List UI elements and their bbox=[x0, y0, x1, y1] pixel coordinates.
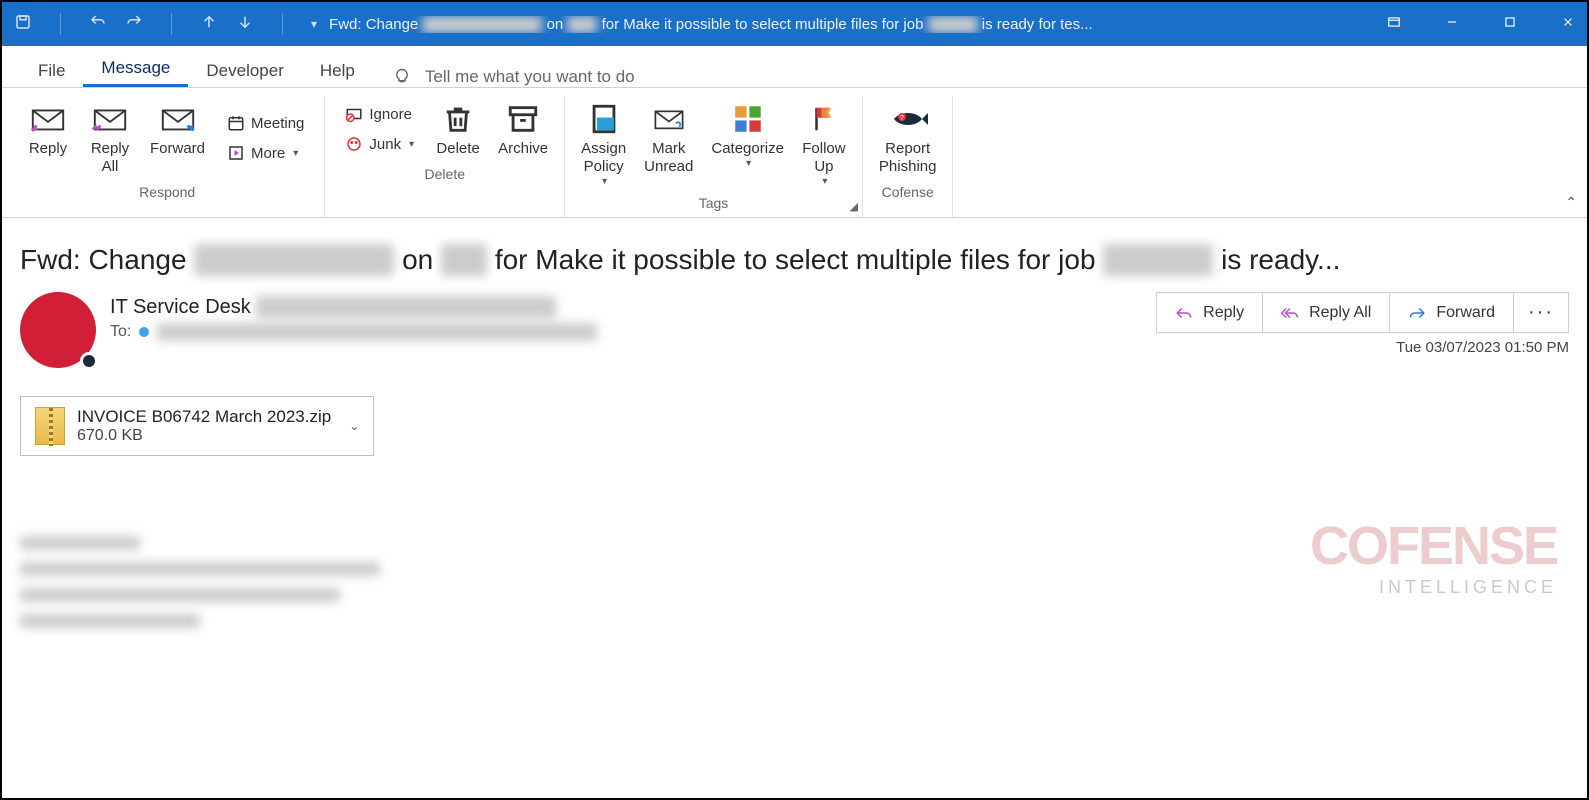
window-controls bbox=[1387, 15, 1575, 33]
to-row: To: xxxxxxxxxxxxxxxxxxxxxxxxxxxxxxxxxxxx… bbox=[110, 323, 1156, 341]
quick-access-toolbar: ▾ bbox=[14, 13, 317, 35]
tell-me-box[interactable]: Tell me what you want to do bbox=[393, 67, 635, 87]
more-actions[interactable]: ··· bbox=[1513, 292, 1569, 333]
more-icon bbox=[227, 144, 245, 162]
reply-icon bbox=[1175, 306, 1193, 320]
message-content: Fwd: Change xxxxxxxxxxxxxxxxx on xxx for… bbox=[2, 218, 1587, 628]
categorize-button[interactable]: Categorize▾ bbox=[703, 96, 792, 191]
assign-policy-button[interactable]: Assign Policy▾ bbox=[573, 96, 634, 191]
mark-unread-icon bbox=[652, 104, 686, 134]
assign-policy-icon bbox=[587, 102, 621, 136]
meeting-button[interactable]: Meeting bbox=[221, 110, 310, 136]
archive-button[interactable]: Archive bbox=[490, 96, 556, 162]
delete-button[interactable]: Delete bbox=[428, 96, 488, 162]
attachment-name: INVOICE B06742 March 2023.zip bbox=[77, 407, 331, 427]
presence-indicator bbox=[80, 352, 98, 370]
group-label-delete: Delete bbox=[333, 162, 556, 188]
follow-up-button[interactable]: Follow Up▾ bbox=[794, 96, 854, 191]
received-timestamp: Tue 03/07/2023 01:50 PM bbox=[1156, 339, 1569, 356]
titlebar: ▾ Fwd: Change xxxxxxxx on xx for Make it… bbox=[2, 2, 1587, 46]
recipient-presence-icon bbox=[139, 327, 149, 337]
undo-icon[interactable] bbox=[89, 13, 107, 35]
ribbon: Reply Reply All Forward Meeting More▾ bbox=[2, 88, 1587, 218]
sender-name: IT Service Desk xxxxxxxxxxxxxxxxxxxxxxxx… bbox=[110, 292, 1156, 319]
attachment-chip[interactable]: INVOICE B06742 March 2023.zip 670.0 KB ⌄ bbox=[20, 396, 374, 456]
separator bbox=[171, 13, 172, 35]
minimize-icon[interactable] bbox=[1445, 15, 1459, 33]
ribbon-group-respond: Reply Reply All Forward Meeting More▾ bbox=[10, 96, 325, 217]
fish-icon: ? bbox=[888, 104, 928, 134]
email-subject: Fwd: Change xxxxxxxxxxxxxxxxx on xxx for… bbox=[20, 236, 1569, 292]
window-title: Fwd: Change xxxxxxxx on xx for Make it p… bbox=[329, 16, 1387, 33]
redo-icon[interactable] bbox=[125, 13, 143, 35]
tab-message[interactable]: Message bbox=[83, 52, 188, 87]
mark-unread-button[interactable]: Mark Unread bbox=[636, 96, 701, 191]
separator bbox=[60, 13, 61, 35]
reply-all-icon bbox=[91, 104, 129, 134]
tab-developer[interactable]: Developer bbox=[188, 55, 302, 87]
zip-file icon bbox=[35, 407, 65, 445]
forward-action[interactable]: Forward bbox=[1389, 292, 1514, 333]
reply-button[interactable]: Reply bbox=[18, 96, 78, 180]
reply-all-action[interactable]: Reply All bbox=[1262, 292, 1390, 333]
prev-item-icon[interactable] bbox=[200, 13, 218, 35]
to-label: To: bbox=[110, 323, 131, 341]
forward-icon bbox=[159, 104, 197, 134]
email-body-redacted bbox=[20, 536, 1569, 628]
next-item-icon[interactable] bbox=[236, 13, 254, 35]
junk-button[interactable]: Junk▾ bbox=[339, 131, 420, 157]
categorize-icon bbox=[731, 102, 765, 136]
report-phishing-button[interactable]: ? Report Phishing bbox=[871, 96, 945, 180]
collapse-ribbon-icon[interactable]: ⌃ bbox=[1565, 194, 1577, 211]
sender-avatar[interactable] bbox=[20, 292, 96, 368]
more-respond-button[interactable]: More▾ bbox=[221, 140, 310, 166]
tags-dialog-launcher[interactable]: ◢ bbox=[849, 200, 857, 213]
tab-help[interactable]: Help bbox=[302, 55, 373, 87]
save-icon[interactable] bbox=[14, 13, 32, 35]
attachment-menu-icon[interactable]: ⌄ bbox=[349, 419, 359, 433]
reply-icon bbox=[29, 104, 67, 134]
ribbon-group-tags: Assign Policy▾ Mark Unread Categorize▾ F… bbox=[565, 96, 863, 217]
flag-icon bbox=[809, 102, 839, 136]
forward-button[interactable]: Forward bbox=[142, 96, 213, 180]
separator bbox=[282, 13, 283, 35]
ignore-icon bbox=[345, 105, 363, 123]
group-label-cofense: Cofense bbox=[871, 180, 945, 206]
tell-me-label: Tell me what you want to do bbox=[425, 67, 635, 87]
group-label-respond: Respond bbox=[18, 180, 316, 206]
reply-all-button[interactable]: Reply All bbox=[80, 96, 140, 180]
ribbon-group-cofense: ? Report Phishing Cofense bbox=[863, 96, 954, 217]
maximize-icon[interactable] bbox=[1503, 15, 1517, 33]
junk-icon bbox=[345, 135, 363, 153]
lightbulb-icon bbox=[393, 68, 411, 86]
ignore-button[interactable]: Ignore bbox=[339, 101, 420, 127]
message-actions: Reply Reply All Forward ··· bbox=[1156, 292, 1569, 333]
reply-action[interactable]: Reply bbox=[1156, 292, 1263, 333]
group-label-tags: Tags bbox=[573, 191, 854, 217]
archive-icon bbox=[506, 102, 540, 136]
ribbon-display-icon[interactable] bbox=[1387, 15, 1401, 33]
tab-file[interactable]: File bbox=[20, 55, 83, 87]
customize-qat-icon[interactable]: ▾ bbox=[311, 17, 317, 31]
meeting-icon bbox=[227, 114, 245, 132]
close-icon[interactable] bbox=[1561, 15, 1575, 33]
ribbon-group-delete: Ignore Junk▾ Delete Archive Delete bbox=[325, 96, 565, 217]
ribbon-tabs: File Message Developer Help Tell me what… bbox=[2, 46, 1587, 88]
svg-text:?: ? bbox=[900, 115, 904, 122]
trash-icon bbox=[441, 102, 475, 136]
attachment-size: 670.0 KB bbox=[77, 427, 331, 445]
reply-all-icon bbox=[1281, 306, 1299, 320]
forward-arrow-icon bbox=[1408, 306, 1426, 320]
